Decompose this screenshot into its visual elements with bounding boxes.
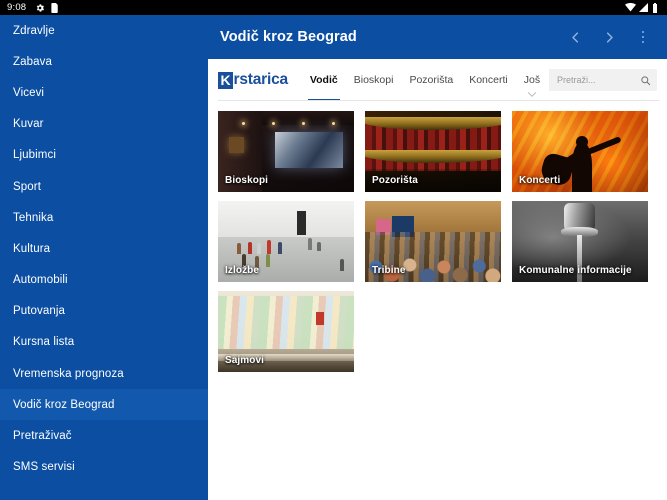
sidebar-item-sport[interactable]: Sport — [0, 171, 208, 202]
overflow-menu-button[interactable] — [627, 21, 659, 53]
chevron-down-icon — [527, 92, 536, 97]
sidebar[interactable]: Zdravlje Zabava Vicevi Kuvar Ljubimci Sp… — [0, 15, 208, 500]
tab-label: Pozorišta — [409, 74, 454, 86]
sidebar-item-kuvar[interactable]: Kuvar — [0, 109, 208, 140]
sidebar-item-kursna-lista[interactable]: Kursna lista — [0, 327, 208, 358]
sidebar-item-vodic-kroz-beograd[interactable]: Vodič kroz Beograd — [0, 389, 208, 421]
sidebar-item-label: Automobili — [13, 274, 68, 287]
status-right-icons — [625, 2, 662, 13]
sidebar-item-label: Vremenska prognoza — [13, 367, 124, 380]
battery-icon — [653, 2, 657, 13]
card-label: Koncerti — [519, 175, 561, 186]
card-label: Izložbe — [225, 265, 260, 276]
status-bar: 9:08 — [0, 0, 667, 15]
sidebar-item-label: Ljubimci — [13, 149, 56, 162]
sidebar-item-tehnika[interactable]: Tehnika — [0, 202, 208, 233]
back-button[interactable] — [559, 21, 591, 53]
sidebar-item-vicevi[interactable]: Vicevi — [0, 77, 208, 108]
status-clock: 9:08 — [7, 1, 27, 13]
sidebar-item-zdravlje[interactable]: Zdravlje — [0, 15, 208, 46]
sidebar-item-label: SMS servisi — [13, 461, 75, 474]
card-pozorista[interactable]: Pozorišta — [365, 111, 501, 192]
sidebar-item-zabava[interactable]: Zabava — [0, 46, 208, 77]
search-input[interactable]: Pretraži... — [557, 75, 640, 85]
app-bar-actions — [559, 21, 659, 53]
card-label: Tribine — [372, 265, 406, 276]
sidebar-item-label: Kultura — [13, 242, 51, 255]
search-icon[interactable] — [640, 75, 651, 86]
card-label: Sajmovi — [225, 355, 265, 366]
sidebar-item-label: Vicevi — [13, 86, 45, 99]
sidebar-item-label: Zabava — [13, 55, 52, 68]
search-field[interactable]: Pretraži... — [549, 69, 657, 91]
sidebar-item-kultura[interactable]: Kultura — [0, 233, 208, 264]
tab-label: Još — [523, 74, 541, 86]
card-bioskopi[interactable]: Bioskopi — [218, 111, 354, 192]
gear-icon — [37, 3, 45, 12]
sidebar-item-sms-servisi[interactable]: SMS servisi — [0, 452, 208, 483]
sidebar-item-label: Kuvar — [13, 118, 44, 131]
card-komunalne-informacije[interactable]: Komunalne informacije — [512, 201, 648, 282]
sim-card-icon — [51, 2, 59, 13]
app-bar: Vodič kroz Beograd — [208, 15, 667, 59]
page-title: Vodič kroz Beograd — [220, 29, 357, 45]
web-view[interactable]: K rstarica Vodič Bioskopi Pozorišta Konc… — [210, 59, 667, 500]
site-nav-tabs[interactable]: Vodič Bioskopi Pozorišta Koncerti Još — [302, 59, 548, 101]
sidebar-item-label: Pretraživač — [13, 430, 72, 443]
sidebar-item-ljubimci[interactable]: Ljubimci — [0, 140, 208, 171]
forward-button[interactable] — [593, 21, 625, 53]
sidebar-item-vremenska-prognoza[interactable]: Vremenska prognoza — [0, 358, 208, 389]
sidebar-item-label: Kursna lista — [13, 336, 75, 349]
tab-label: Bioskopi — [353, 74, 394, 86]
tab-bioskopi[interactable]: Bioskopi — [346, 59, 402, 101]
signal-icon — [639, 3, 648, 12]
card-koncerti[interactable]: Koncerti — [512, 111, 648, 192]
card-label: Komunalne informacije — [519, 265, 632, 276]
tab-vodic[interactable]: Vodič — [302, 59, 346, 101]
category-card-grid: Bioskopi Pozorišta Koncerti Izložbe Trib… — [210, 101, 667, 372]
sidebar-item-pretrazivac[interactable]: Pretraživač — [0, 420, 208, 451]
sidebar-item-label: Sport — [13, 180, 41, 193]
sidebar-item-automobili[interactable]: Automobili — [0, 265, 208, 296]
tab-koncerti[interactable]: Koncerti — [461, 59, 516, 101]
app-screen: 9:08 Zdravlje Zabava Vicevi Kuvar Ljubim… — [0, 0, 667, 500]
logo-badge: K — [218, 71, 233, 89]
logo-text: rstarica — [233, 71, 289, 89]
sidebar-item-putovanja[interactable]: Putovanja — [0, 296, 208, 327]
site-header: K rstarica Vodič Bioskopi Pozorišta Konc… — [210, 59, 667, 101]
card-label: Bioskopi — [225, 175, 269, 186]
card-tribine[interactable]: Tribine — [365, 201, 501, 282]
tab-label: Koncerti — [469, 74, 508, 86]
wifi-icon — [625, 3, 636, 12]
krstarica-logo[interactable]: K rstarica — [218, 71, 289, 89]
chevron-right-icon — [606, 31, 613, 43]
kebab-menu-icon — [641, 30, 645, 44]
sidebar-item-label: Putovanja — [13, 305, 66, 318]
tab-label: Vodič — [309, 74, 338, 86]
tab-jos[interactable]: Još — [516, 59, 548, 101]
sidebar-item-label: Zdravlje — [13, 24, 55, 37]
card-label: Pozorišta — [372, 175, 418, 186]
tab-pozorista[interactable]: Pozorišta — [401, 59, 461, 101]
sidebar-item-label: Vodič kroz Beograd — [13, 398, 115, 411]
card-izlozbe[interactable]: Izložbe — [218, 201, 354, 282]
sidebar-item-label: Tehnika — [13, 211, 54, 224]
chevron-left-icon — [571, 31, 578, 43]
card-sajmovi[interactable]: Sajmovi — [218, 291, 354, 372]
status-left-icons — [35, 2, 59, 13]
